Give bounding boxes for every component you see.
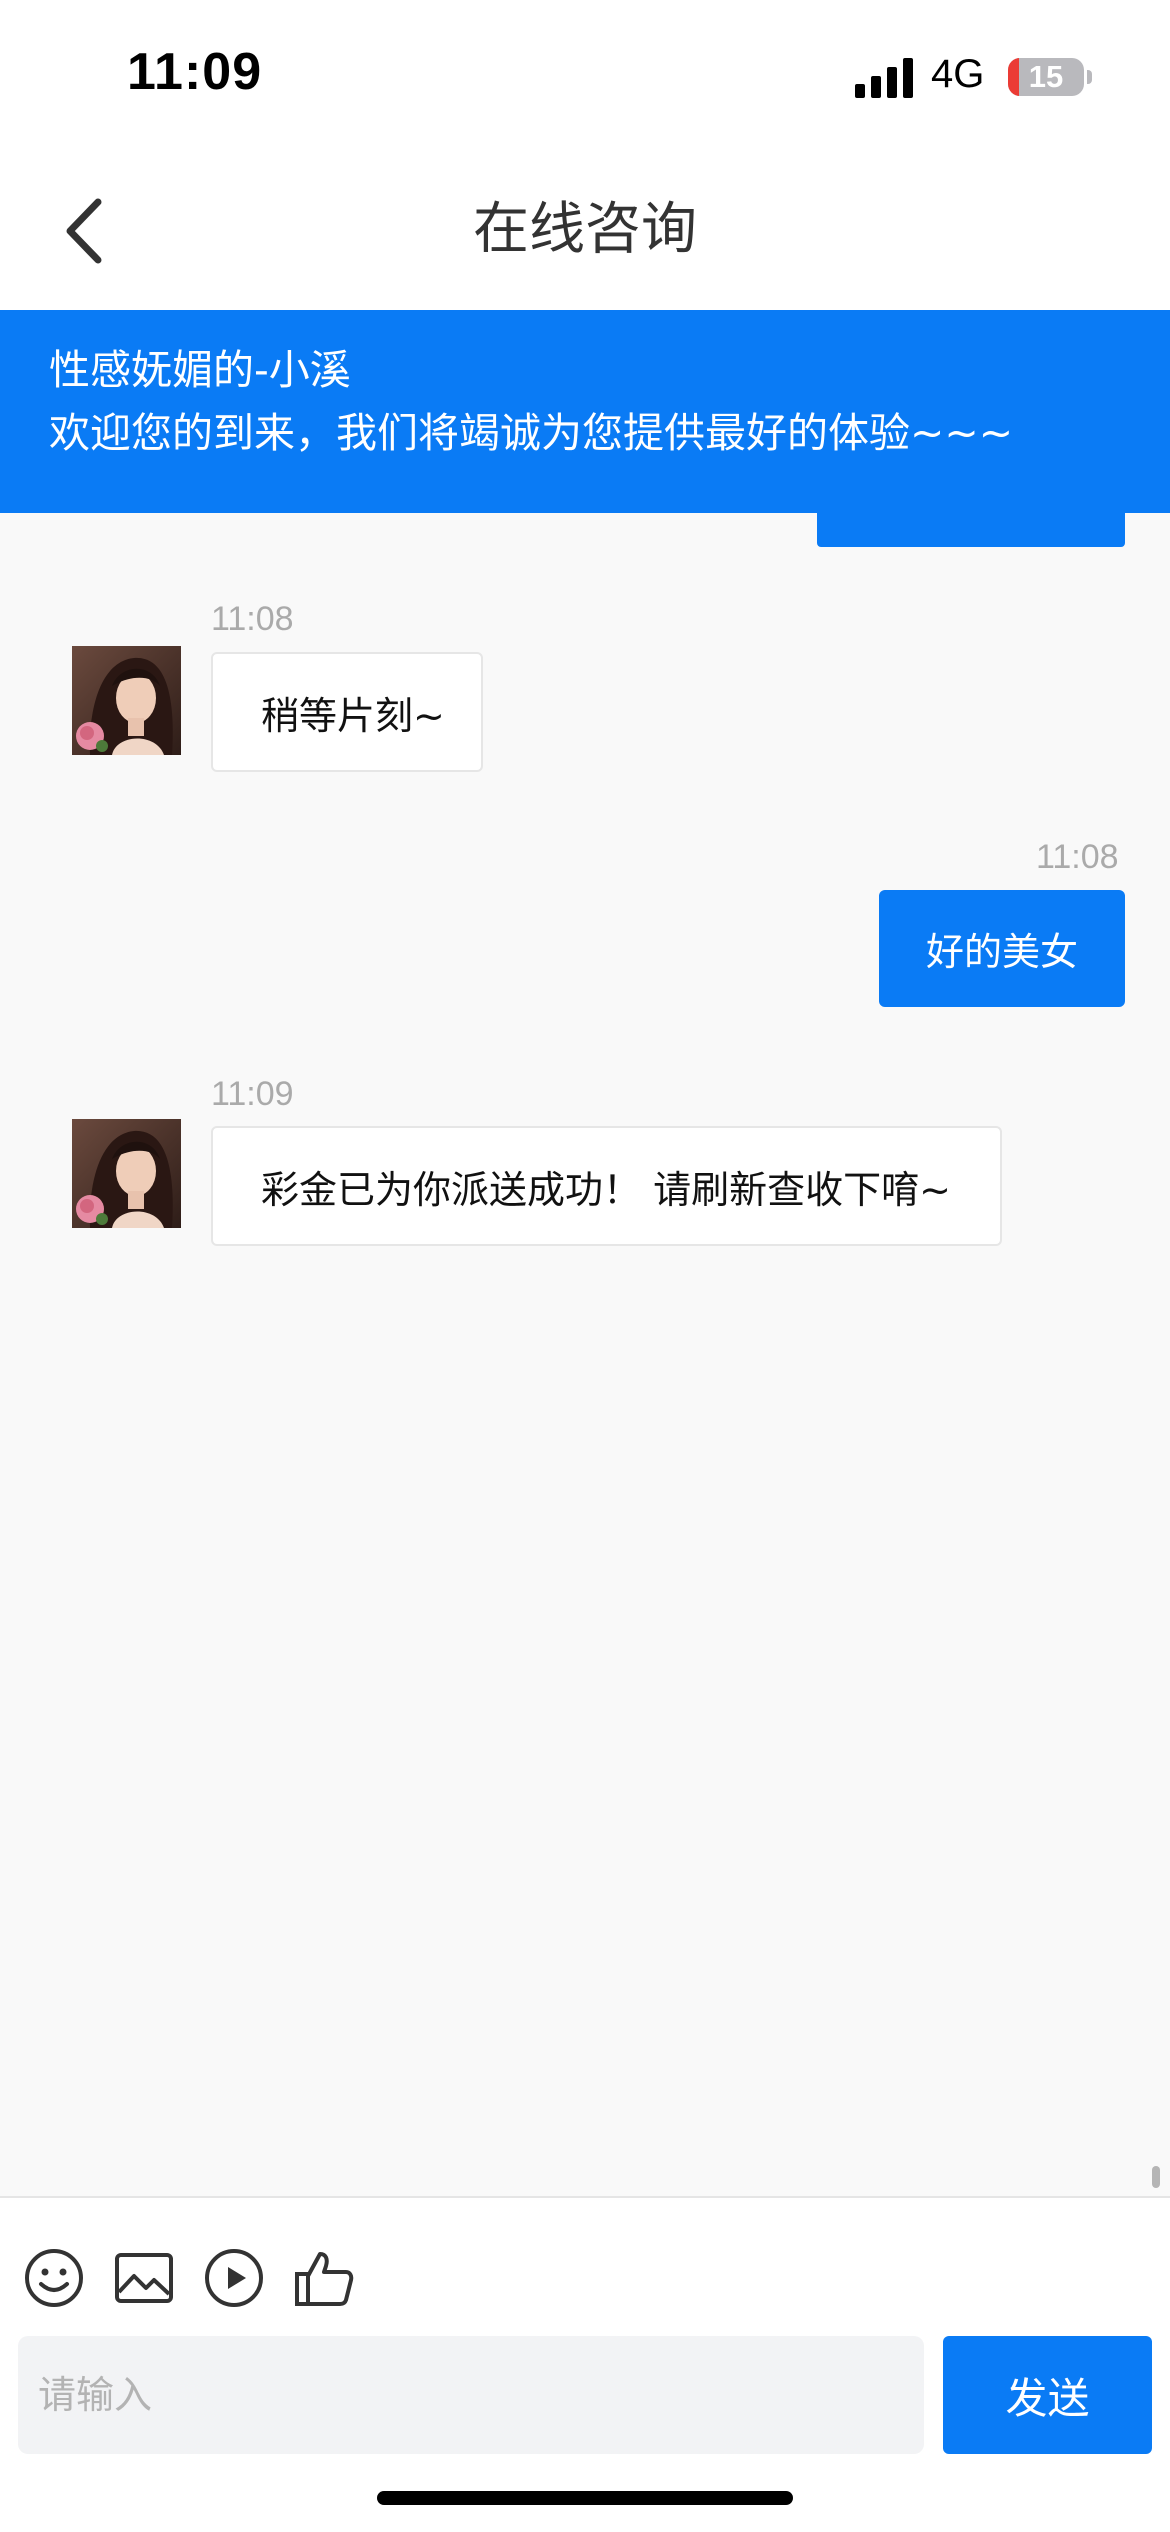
scrollbar[interactable] bbox=[1152, 2166, 1160, 2188]
page-title: 在线咨询 bbox=[473, 197, 697, 262]
message-text: 稍等片刻~ bbox=[261, 693, 445, 738]
battery-level: 15 bbox=[1028, 59, 1064, 94]
message-text: 好的美女 bbox=[925, 930, 1078, 974]
message-time: 11:09 bbox=[211, 1075, 294, 1113]
nav-bar: 在线咨询 bbox=[0, 150, 1170, 310]
incoming-message-bubble[interactable]: 稍等片刻~ bbox=[211, 652, 483, 772]
input-area: 发送 bbox=[0, 2196, 1170, 2532]
agent-name: 性感妩媚的-小溪 bbox=[49, 346, 351, 394]
status-bar: 11:09 4G 15 bbox=[0, 0, 1170, 150]
image-icon[interactable] bbox=[112, 2246, 176, 2310]
notice-banner: 性感妩媚的-小溪 欢迎您的到来，我们将竭诚为您提供最好的体验~~~ bbox=[0, 310, 1170, 513]
video-icon[interactable] bbox=[202, 2246, 266, 2310]
message-time: 11:08 bbox=[1036, 838, 1119, 876]
welcome-text: 欢迎您的到来，我们将竭诚为您提供最好的体验~~~ bbox=[49, 409, 1014, 457]
message-input[interactable] bbox=[18, 2336, 924, 2454]
chat-screen: 11:09 4G 15 在线咨询 性感妩媚的-小溪 欢迎您的到来，我们将竭诚为您… bbox=[0, 0, 1170, 2532]
message-text: 彩金已为你派送成功！ 请刷新查收下唷~ bbox=[261, 1167, 951, 1212]
outgoing-message-bubble[interactable]: 好的美女 bbox=[879, 890, 1125, 1007]
agent-avatar[interactable] bbox=[72, 1119, 181, 1228]
battery-cap bbox=[1087, 70, 1092, 84]
status-time: 11:09 bbox=[127, 43, 263, 101]
previous-outgoing-bubble bbox=[817, 513, 1125, 547]
avatar-image bbox=[72, 646, 181, 755]
chat-message-list[interactable]: 11:08 稍等片刻~ 11:08 好的美女 11:09 彩金已为你派送成功！ … bbox=[0, 513, 1170, 2196]
thumbs-up-icon[interactable] bbox=[292, 2246, 356, 2310]
emoji-icon[interactable] bbox=[22, 2246, 86, 2310]
home-indicator bbox=[377, 2491, 793, 2505]
incoming-message-bubble[interactable]: 彩金已为你派送成功！ 请刷新查收下唷~ bbox=[211, 1126, 1002, 1246]
send-button[interactable]: 发送 bbox=[943, 2336, 1152, 2454]
avatar-image bbox=[72, 1119, 181, 1228]
message-time: 11:08 bbox=[211, 600, 294, 638]
battery-icon: 15 bbox=[1008, 58, 1084, 96]
network-type: 4G bbox=[931, 52, 985, 96]
agent-avatar[interactable] bbox=[72, 646, 181, 755]
signal-icon bbox=[855, 58, 913, 98]
